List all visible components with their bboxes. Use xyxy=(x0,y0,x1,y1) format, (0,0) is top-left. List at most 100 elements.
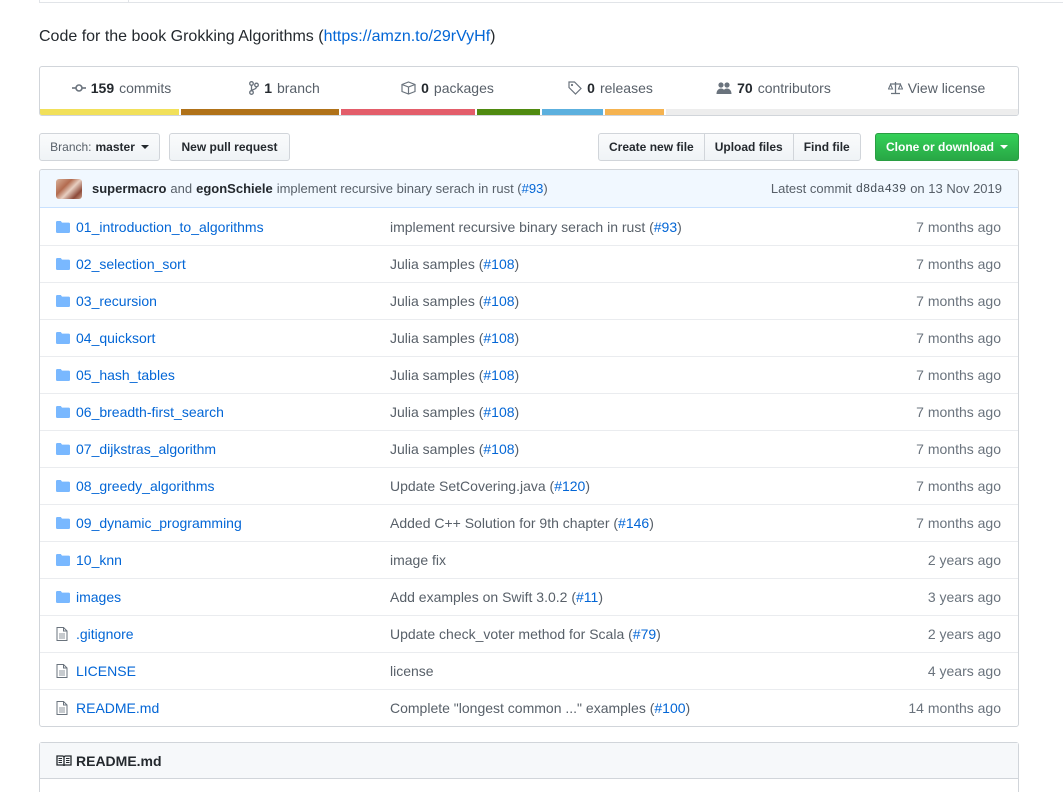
commit-message[interactable]: implement recursive binary serach in rus… xyxy=(277,181,548,196)
language-bar-segment[interactable] xyxy=(181,109,339,115)
issue-link[interactable]: #108 xyxy=(483,367,514,383)
language-bar-segment[interactable] xyxy=(666,109,1018,115)
file-commit-message[interactable]: Julia samples (#108) xyxy=(390,256,916,272)
paren-close: ) xyxy=(514,330,520,346)
commit-message-text: Added C++ Solution for 9th chapter ( xyxy=(390,515,619,531)
issue-link[interactable]: #108 xyxy=(483,441,514,457)
file-commit-message[interactable]: Add examples on Swift 3.0.2 (#11) xyxy=(390,589,928,605)
create-new-file-button[interactable]: Create new file xyxy=(599,134,705,160)
avatar[interactable] xyxy=(56,178,82,199)
releases-label: releases xyxy=(599,80,653,96)
table-row: 01_introduction_to_algorithms implement r… xyxy=(40,208,1018,245)
issue-link[interactable]: #100 xyxy=(654,700,685,716)
language-bar-segment[interactable] xyxy=(40,109,180,115)
paren-close: ) xyxy=(677,218,682,235)
commit-issue-link[interactable]: #93 xyxy=(522,181,544,196)
file-age: 3 years ago xyxy=(927,589,1001,605)
summary-packages[interactable]: 0 packages xyxy=(366,80,529,96)
issue-link[interactable]: #146 xyxy=(618,515,649,531)
language-bar-segment[interactable] xyxy=(605,109,665,115)
issue-link[interactable]: #108 xyxy=(483,293,514,309)
folder-icon xyxy=(56,554,72,566)
language-bar[interactable] xyxy=(40,109,1018,115)
commit-message-text: Add examples on Swift 3.0.2 ( xyxy=(390,589,576,605)
file-commit-message[interactable]: Added C++ Solution for 9th chapter (#146… xyxy=(390,515,916,531)
branch-icon xyxy=(249,81,260,95)
book-icon xyxy=(56,754,72,766)
summary-contributors[interactable]: 70 contributors xyxy=(692,80,855,96)
commit-author-link[interactable]: supermacro xyxy=(92,181,166,196)
file-name-link[interactable]: 07_dijkstras_algorithm xyxy=(76,441,390,457)
file-commit-message[interactable]: Julia samples (#108) xyxy=(390,293,916,309)
issue-link[interactable]: #108 xyxy=(483,404,514,420)
commits-label: commits xyxy=(119,80,172,96)
language-bar-segment[interactable] xyxy=(541,109,604,115)
table-row: images Add examples on Swift 3.0.2 (#11) 3… xyxy=(40,578,1018,615)
table-row: .gitignore Update check_voter method for … xyxy=(40,615,1018,652)
history-icon xyxy=(71,84,86,92)
file-name-link[interactable]: 03_recursion xyxy=(76,293,390,309)
file-commit-message[interactable]: Julia samples (#108) xyxy=(390,330,916,346)
table-row: 06_breadth-first_search Julia samples (#1… xyxy=(40,393,1018,430)
branch-select-button[interactable]: Branch: master xyxy=(39,133,160,161)
file-name-link[interactable]: 10_knn xyxy=(76,552,390,568)
packages-count: 0 xyxy=(421,80,429,96)
summary-branches[interactable]: 1 branch xyxy=(203,80,366,96)
file-age: 7 months ago xyxy=(916,330,1001,346)
issue-link[interactable]: #93 xyxy=(654,219,677,235)
file-name-link[interactable]: LICENSE xyxy=(76,663,390,679)
file-name-link[interactable]: .gitignore xyxy=(76,626,390,642)
file-commit-message[interactable]: Update SetCovering.java (#120) xyxy=(390,478,916,494)
paren-close: ) xyxy=(649,515,654,531)
file-age: 2 years ago xyxy=(927,626,1001,642)
file-actions-group: Create new file Upload files Find file xyxy=(598,133,861,161)
commit-coauthor-link[interactable]: egonSchiele xyxy=(196,181,273,196)
commit-message-text: Julia samples ( xyxy=(390,367,484,383)
summary-commits[interactable]: 159 commits xyxy=(40,80,203,96)
upload-files-button[interactable]: Upload files xyxy=(705,134,794,160)
description-link[interactable]: https://amzn.to/29rVyHf xyxy=(324,28,491,45)
license-label: View license xyxy=(907,80,986,96)
issue-link[interactable]: #11 xyxy=(576,589,598,605)
file-name-link[interactable]: 04_quicksort xyxy=(76,330,390,346)
language-bar-segment[interactable] xyxy=(476,109,540,115)
paren-close: ) xyxy=(656,626,661,642)
file-commit-message[interactable]: Julia samples (#108) xyxy=(390,367,916,383)
summary-releases[interactable]: 0 releases xyxy=(529,80,692,96)
commit-message-text: implement recursive binary serach in rus… xyxy=(276,181,522,196)
table-row: 09_dynamic_programming Added C++ Solution… xyxy=(40,504,1018,541)
language-bar-segment[interactable] xyxy=(340,109,475,115)
file-name-link[interactable]: 02_selection_sort xyxy=(76,256,390,272)
file-commit-message[interactable]: Complete "longest common ..." examples (… xyxy=(390,700,908,716)
file-commit-message[interactable]: implement recursive binary serach in rus… xyxy=(390,219,916,235)
issue-link[interactable]: #120 xyxy=(554,478,585,494)
summary-license[interactable]: View license xyxy=(855,80,1018,96)
file-name-link[interactable]: 09_dynamic_programming xyxy=(76,515,390,531)
file-commit-message[interactable]: Julia samples (#108) xyxy=(390,441,916,457)
commit-message-text: Julia samples ( xyxy=(390,256,484,272)
commit-sha-link[interactable]: d8da439 xyxy=(856,182,906,196)
file-name-link[interactable]: 06_breadth-first_search xyxy=(76,404,390,420)
issue-link[interactable]: #108 xyxy=(483,256,514,272)
file-name-link[interactable]: 05_hash_tables xyxy=(76,367,390,383)
issue-link[interactable]: #79 xyxy=(633,626,656,642)
find-file-button[interactable]: Find file xyxy=(794,134,860,160)
clone-or-download-button[interactable]: Clone or download xyxy=(875,133,1019,161)
file-commit-message[interactable]: license xyxy=(390,663,928,679)
file-name-link[interactable]: README.md xyxy=(76,700,390,716)
commit-message-end: ) xyxy=(543,181,548,196)
table-row: 10_knn image fix 2 years ago xyxy=(40,541,1018,578)
issue-link[interactable]: #108 xyxy=(483,330,514,346)
file-commit-message[interactable]: Julia samples (#108) xyxy=(390,404,916,420)
file-rows: 01_introduction_to_algorithms implement r… xyxy=(40,208,1018,726)
new-pull-request-button[interactable]: New pull request xyxy=(169,133,290,161)
file-age: 4 years ago xyxy=(927,663,1001,679)
commit-message-text: license xyxy=(390,663,434,679)
file-name-link[interactable]: images xyxy=(76,589,390,605)
table-row: 07_dijkstras_algorithm Julia samples (#10… xyxy=(40,430,1018,467)
file-name-link[interactable]: 01_introduction_to_algorithms xyxy=(76,219,390,235)
file-commit-message[interactable]: Update check_voter method for Scala (#79… xyxy=(390,626,928,642)
file-commit-message[interactable]: image fix xyxy=(390,552,928,568)
latest-commit-bar: supermacro and egonSchiele implement rec… xyxy=(40,170,1018,208)
file-name-link[interactable]: 08_greedy_algorithms xyxy=(76,478,390,494)
